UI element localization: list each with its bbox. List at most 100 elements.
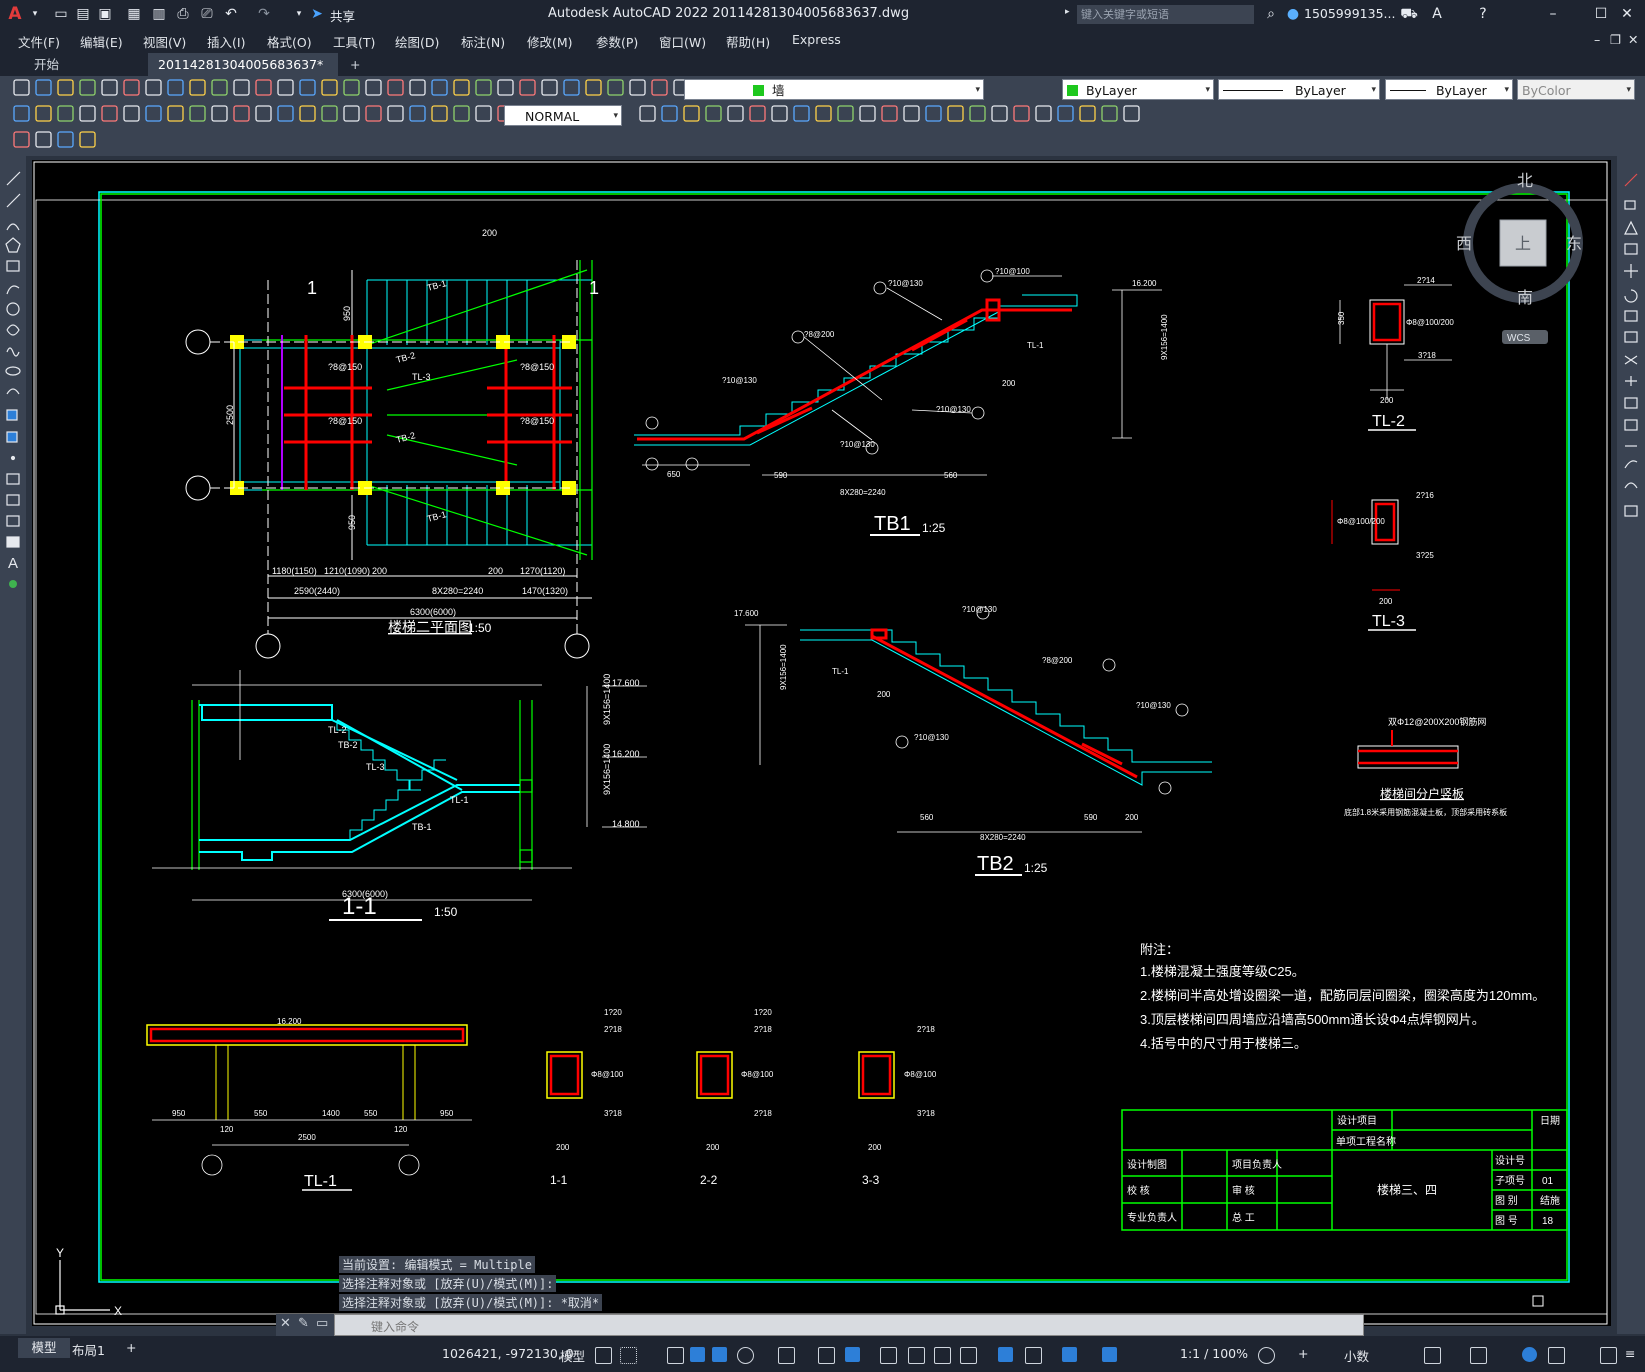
toolbar-button-icon[interactable] <box>947 105 964 122</box>
toolbar-button-icon[interactable] <box>167 79 184 96</box>
command-close-icon[interactable]: ✕ <box>280 1316 291 1331</box>
tab-model[interactable]: 模型 <box>18 1338 70 1358</box>
toolbar-button-icon[interactable] <box>661 105 678 122</box>
snap-icon[interactable] <box>620 1347 637 1364</box>
menu-insert[interactable]: 插入(I) <box>207 32 245 51</box>
toolbar-button-icon[interactable] <box>233 79 250 96</box>
quick-properties-icon[interactable] <box>1424 1347 1441 1364</box>
polar-icon[interactable] <box>712 1347 727 1362</box>
saveas-icon[interactable]: ▦ <box>125 5 143 23</box>
add-layout-icon[interactable]: + <box>126 1340 136 1355</box>
toolbar-button-icon[interactable] <box>101 79 118 96</box>
toolbar-button-icon[interactable] <box>793 105 810 122</box>
share-label[interactable]: 共享 <box>330 6 355 25</box>
open-icon[interactable]: ▤ <box>74 5 92 23</box>
toolbar-button-icon[interactable] <box>35 131 52 148</box>
minimize-icon[interactable]: – <box>1544 5 1562 23</box>
toolbar-button-icon[interactable] <box>321 79 338 96</box>
search-input[interactable]: 键入关键字或短语 <box>1077 5 1254 24</box>
toolbar-button-icon[interactable] <box>35 79 52 96</box>
selection-filter-icon[interactable] <box>998 1347 1013 1362</box>
toolbar-button-icon[interactable] <box>749 105 766 122</box>
customize-chevron-icon[interactable]: ▾ <box>290 5 308 23</box>
web-icon[interactable]: ▥ <box>150 5 168 23</box>
toolbar-button-icon[interactable] <box>563 79 580 96</box>
cart-icon[interactable]: ⛟ <box>1400 5 1418 23</box>
toolbar-button-icon[interactable] <box>607 79 624 96</box>
isolate-objects-icon[interactable] <box>1522 1347 1537 1362</box>
menu-view[interactable]: 视图(V) <box>143 32 186 51</box>
help-icon[interactable]: ? <box>1474 5 1492 23</box>
lineweight-dropdown[interactable]: ByLayer ▾ <box>1385 79 1513 100</box>
lock-ui-icon[interactable] <box>1470 1347 1487 1364</box>
toolbar-button-icon[interactable] <box>255 79 272 96</box>
toolbar-button-icon[interactable] <box>683 105 700 122</box>
toolbar-button-icon[interactable] <box>815 105 832 122</box>
menu-modify[interactable]: 修改(M) <box>527 32 573 51</box>
search-icon[interactable]: ⌕ <box>1262 5 1280 23</box>
toolbar-button-icon[interactable] <box>903 105 920 122</box>
annotation-monitor-icon[interactable]: + <box>1298 1346 1308 1361</box>
toolbar-button-icon[interactable] <box>101 105 118 122</box>
clean-screen-icon[interactable] <box>1600 1347 1617 1364</box>
textstyle-dropdown[interactable]: NORMAL ▾ <box>504 105 622 126</box>
doc-minimize-icon[interactable]: – <box>1594 32 1600 47</box>
toolbar-button-icon[interactable] <box>57 105 74 122</box>
toolbar-button-icon[interactable] <box>453 79 470 96</box>
user-icon[interactable]: ● <box>1284 5 1302 23</box>
tab-add[interactable]: + <box>340 53 364 76</box>
gizmo-icon[interactable] <box>1025 1347 1042 1364</box>
annotation-scale[interactable]: 1:1 / 100% <box>1180 1346 1248 1361</box>
toolbar-button-icon[interactable] <box>1101 105 1118 122</box>
search-chevron-icon[interactable]: ▸ <box>1065 7 1070 17</box>
new-icon[interactable]: ▭ <box>52 5 70 23</box>
undo-icon[interactable]: ↶ <box>222 5 240 23</box>
3d-osnap-icon[interactable] <box>934 1347 951 1364</box>
toolbar-button-icon[interactable] <box>1013 105 1030 122</box>
dynamic-ucs-icon[interactable] <box>960 1347 977 1364</box>
toolbar-button-icon[interactable] <box>881 105 898 122</box>
plotstyle-dropdown[interactable]: ByColor ▾ <box>1517 79 1635 100</box>
save-icon[interactable]: ▣ <box>96 5 114 23</box>
customize-menu-icon[interactable]: ≡ <box>1625 1346 1635 1361</box>
color-dropdown[interactable]: ByLayer ▾ <box>1062 79 1214 100</box>
toolbar-button-icon[interactable] <box>277 79 294 96</box>
grid-icon[interactable] <box>595 1347 612 1364</box>
drawing-canvas[interactable]: 200 950 2500 950 1180(1150) 1210(1090) 2… <box>32 160 1611 1326</box>
toolbar-button-icon[interactable] <box>79 105 96 122</box>
menu-tools[interactable]: 工具(T) <box>333 32 375 51</box>
toolbar-button-icon[interactable] <box>991 105 1008 122</box>
redo-icon[interactable]: ↷ <box>255 5 273 23</box>
toolbar-button-icon[interactable] <box>387 79 404 96</box>
maximize-icon[interactable]: ☐ <box>1592 5 1610 23</box>
toolbar-button-icon[interactable] <box>365 105 382 122</box>
toolbar-button-icon[interactable] <box>299 79 316 96</box>
model-space-toggle[interactable]: 模型 <box>560 1346 585 1365</box>
command-input[interactable]: 键入命令 <box>334 1314 1364 1336</box>
layer-dropdown[interactable]: 墙 ▾ <box>684 79 984 100</box>
toolbar-button-icon[interactable] <box>277 105 294 122</box>
toolbar-button-icon[interactable] <box>431 105 448 122</box>
toolbar-button-icon[interactable] <box>211 105 228 122</box>
toolbar-button-icon[interactable] <box>57 79 74 96</box>
toolbar-button-icon[interactable] <box>79 79 96 96</box>
toolbar-button-icon[interactable] <box>705 105 722 122</box>
toolbar-button-icon[interactable] <box>727 105 744 122</box>
osnap-tracking-icon[interactable] <box>778 1347 795 1364</box>
workspace-gear-icon[interactable] <box>1258 1347 1275 1364</box>
toolbar-button-icon[interactable] <box>57 131 74 148</box>
toolbar-button-icon[interactable] <box>13 79 30 96</box>
app-menu-chevron-icon[interactable]: ▾ <box>26 5 44 23</box>
toolbar-button-icon[interactable] <box>859 105 876 122</box>
linetype-dropdown[interactable]: ByLayer ▾ <box>1218 79 1380 100</box>
toolbar-button-icon[interactable] <box>585 79 602 96</box>
toolbar-button-icon[interactable] <box>343 105 360 122</box>
menu-help[interactable]: 帮助(H) <box>726 32 770 51</box>
toolbar-button-icon[interactable] <box>123 79 140 96</box>
toolbar-button-icon[interactable] <box>925 105 942 122</box>
tab-layout1[interactable]: 布局1 <box>72 1340 105 1359</box>
toolbar-button-icon[interactable] <box>1035 105 1052 122</box>
toolbar-button-icon[interactable] <box>211 79 228 96</box>
viewcube[interactable]: 上 北 南 东 西 WCS <box>1456 172 1583 344</box>
toolbar-button-icon[interactable] <box>189 105 206 122</box>
